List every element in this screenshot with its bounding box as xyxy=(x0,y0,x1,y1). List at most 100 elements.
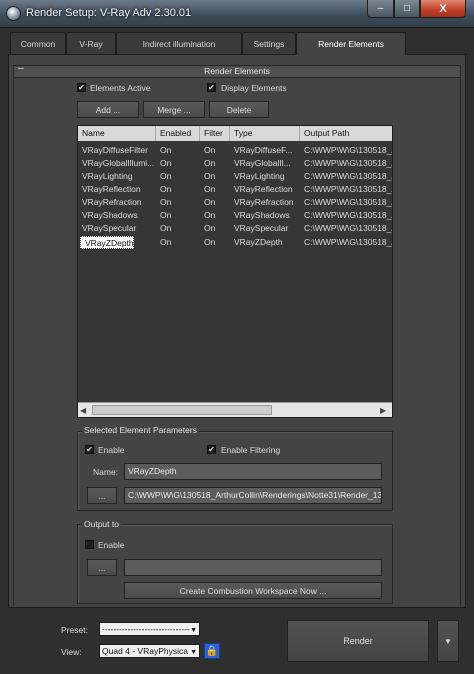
element-enabled: On xyxy=(160,210,172,220)
element-type: VRaySpecular xyxy=(234,223,289,233)
element-type: VRayShadows xyxy=(234,210,290,220)
list-header: Name Enabled Filter Type Output Path xyxy=(78,126,392,141)
chevron-down-icon: ▼ xyxy=(190,627,197,634)
element-filter: On xyxy=(204,210,216,220)
create-combustion-workspace-button[interactable]: Create Combustion Workspace Now ... xyxy=(124,582,382,599)
output-path-field[interactable] xyxy=(124,559,382,576)
maximize-button[interactable]: □ xyxy=(394,0,420,18)
list-item[interactable]: VRayDiffuseFilter On On VRayDiffuseF... … xyxy=(78,144,392,157)
preset-value: ------------------------------- xyxy=(102,624,190,634)
element-name-field[interactable]: VRayZDepth xyxy=(124,463,382,480)
minimize-button[interactable]: – xyxy=(367,0,394,18)
window-title: Render Setup: V-Ray Adv 2.30.01 xyxy=(26,7,192,19)
element-type: VRayReflection xyxy=(234,184,293,194)
column-header-name[interactable]: Name xyxy=(78,126,156,141)
element-name: VRayShadows xyxy=(82,210,138,220)
column-header-type[interactable]: Type xyxy=(230,126,300,141)
delete-button[interactable]: Delete xyxy=(209,101,269,118)
render-button[interactable]: Render xyxy=(287,620,429,662)
element-enabled: On xyxy=(160,171,172,181)
display-elements-label: Display Elements xyxy=(221,83,287,93)
element-output-path: C:\WWP\W\G\130518_A xyxy=(304,184,392,194)
element-enabled: On xyxy=(160,158,172,168)
element-output-path: C:\WWP\W\G\130518_A xyxy=(304,210,392,220)
preset-label: Preset: xyxy=(61,625,88,635)
element-output-path: C:\WWP\W\G\130518_A xyxy=(304,158,392,168)
enable-filtering-checkbox[interactable]: ✔ xyxy=(207,445,216,454)
elements-active-label: Elements Active xyxy=(90,83,151,93)
chevron-down-icon: ▼ xyxy=(190,649,197,656)
element-filter: On xyxy=(204,237,216,247)
display-elements-checkbox[interactable]: ✔ xyxy=(207,83,216,92)
element-filter: On xyxy=(204,184,216,194)
preset-dropdown[interactable]: ------------------------------- ▼ xyxy=(99,622,200,636)
element-enabled: On xyxy=(160,184,172,194)
element-name: VRayGlobalIllumi... xyxy=(82,158,155,168)
tab-settings[interactable]: Settings xyxy=(242,32,296,54)
element-name: VRayRefraction xyxy=(82,197,142,207)
element-filter: On xyxy=(204,171,216,181)
list-item[interactable]: VRayLighting On On VRayLighting C:\WWP\W… xyxy=(78,170,392,183)
element-name: VRayLighting xyxy=(82,171,133,181)
element-output-path: C:\WWP\W\G\130518_A xyxy=(304,237,392,247)
element-output-path: C:\WWP\W\G\130518_A xyxy=(304,197,392,207)
list-item[interactable]: VRayGlobalIllumi... On On VRayGlobalIl..… xyxy=(78,157,392,170)
list-item-selected[interactable]: VRayZDepth On On VRayZDepth C:\WWP\W\G\1… xyxy=(78,236,392,249)
element-filter: On xyxy=(204,145,216,155)
horizontal-scrollbar[interactable]: ◀ ▶ xyxy=(78,402,392,417)
element-enabled: On xyxy=(160,197,172,207)
element-type: VRayRefraction xyxy=(234,197,294,207)
column-header-filter[interactable]: Filter xyxy=(200,126,230,141)
rollout-header[interactable]: Render Elements xyxy=(13,65,461,78)
column-header-output-path[interactable]: Output Path xyxy=(300,126,392,141)
scroll-thumb[interactable] xyxy=(92,405,272,415)
column-header-enabled[interactable]: Enabled xyxy=(156,126,200,141)
close-button[interactable]: X xyxy=(420,0,466,18)
list-item[interactable]: VRaySpecular On On VRaySpecular C:\WWP\W… xyxy=(78,222,392,235)
tab-render-elements[interactable]: Render Elements xyxy=(296,32,406,55)
element-enabled: On xyxy=(160,237,172,247)
element-name: VRaySpecular xyxy=(82,223,137,233)
add-button[interactable]: Add ... xyxy=(77,101,139,118)
render-elements-list[interactable]: Name Enabled Filter Type Output Path VRa… xyxy=(77,125,393,418)
enable-checkbox[interactable]: ✔ xyxy=(85,445,94,454)
enable-filtering-label: Enable Filtering xyxy=(221,445,281,455)
lock-icon[interactable]: 🔒 xyxy=(204,643,220,659)
browse-path-button[interactable]: ... xyxy=(87,487,117,504)
tab-vray[interactable]: V-Ray xyxy=(66,32,116,54)
view-label: View: xyxy=(61,647,82,657)
list-item[interactable]: VRayRefraction On On VRayRefraction C:\W… xyxy=(78,196,392,209)
output-enable-checkbox[interactable] xyxy=(85,540,94,549)
element-type: VRayDiffuseF... xyxy=(234,145,293,155)
output-enable-label: Enable xyxy=(98,540,125,550)
list-item[interactable]: VRayReflection On On VRayReflection C:\W… xyxy=(78,183,392,196)
element-type: VRayGlobalIl... xyxy=(234,158,291,168)
output-browse-button[interactable]: ... xyxy=(87,559,117,576)
element-output-path: C:\WWP\W\G\130518_A xyxy=(304,171,392,181)
scroll-left-icon[interactable]: ◀ xyxy=(80,406,86,415)
tab-common[interactable]: Common xyxy=(10,32,66,54)
element-type: VRayLighting xyxy=(234,171,285,181)
element-filter: On xyxy=(204,223,216,233)
app-icon xyxy=(6,6,21,21)
view-value: Quad 4 - VRayPhysica xyxy=(102,646,188,656)
output-to-title: Output to xyxy=(82,519,121,529)
element-name: VRayReflection xyxy=(82,184,141,194)
render-options-chevron-icon[interactable]: ▼ xyxy=(437,620,459,662)
element-filter: On xyxy=(204,197,216,207)
enable-label: Enable xyxy=(98,445,125,455)
element-output-path: C:\WWP\W\G\130518_A xyxy=(304,145,392,155)
merge-button[interactable]: Merge ... xyxy=(143,101,205,118)
element-enabled: On xyxy=(160,223,172,233)
list-item[interactable]: VRayShadows On On VRayShadows C:\WWP\W\G… xyxy=(78,209,392,222)
rollout-collapse-icon[interactable]: – xyxy=(18,63,24,74)
scroll-right-icon[interactable]: ▶ xyxy=(380,406,386,415)
element-filter: On xyxy=(204,158,216,168)
tab-indirect-illumination[interactable]: Indirect illumination xyxy=(116,32,242,54)
element-output-path: C:\WWP\W\G\130518_A xyxy=(304,223,392,233)
element-type: VRayZDepth xyxy=(234,237,283,247)
element-path-field[interactable]: C:\WWP\W\G\130518_ArthurCollin\Rendering… xyxy=(124,487,382,504)
elements-active-checkbox[interactable]: ✔ xyxy=(77,83,86,92)
element-name: VRayZDepth xyxy=(80,236,134,249)
view-dropdown[interactable]: Quad 4 - VRayPhysica ▼ xyxy=(99,644,200,658)
